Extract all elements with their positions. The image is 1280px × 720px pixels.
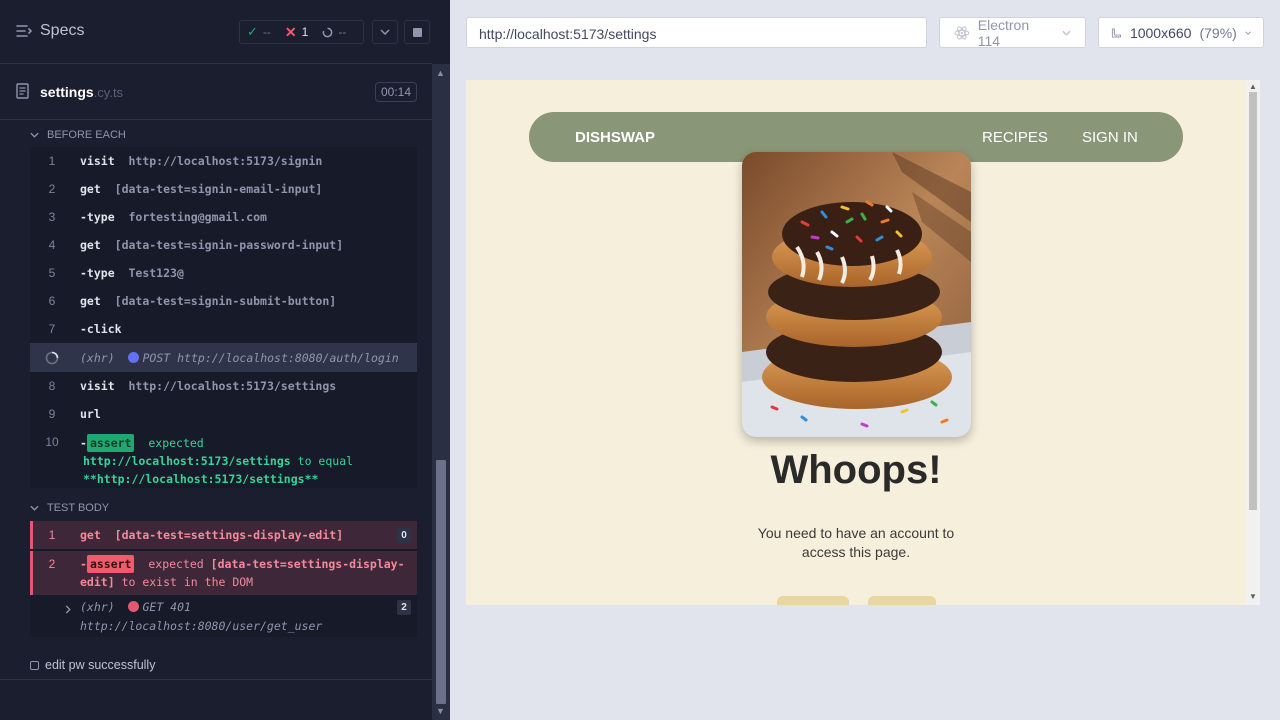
- scroll-up-icon[interactable]: ▲: [436, 68, 445, 78]
- assert-row-failed[interactable]: 2 - assert expected [data-test=settings-d…: [30, 551, 417, 595]
- whoops-heading: Whoops!: [770, 448, 942, 492]
- app-button[interactable]: [777, 596, 849, 605]
- assert-badge: assert: [86, 434, 135, 452]
- status-dot-icon: [128, 601, 140, 612]
- command-row[interactable]: 2 get [data-test=signin-email-input]: [30, 175, 417, 203]
- scroll-down-icon[interactable]: ▼: [1249, 592, 1257, 601]
- test-edit-pw[interactable]: edit pw successfully: [30, 658, 155, 672]
- command-row[interactable]: 6 get [data-test=signin-submit-button]: [30, 287, 417, 315]
- before-each-commands: 1 visit http://localhost:5173/signin 2 get…: [30, 147, 417, 488]
- app-frame-scrollbar[interactable]: ▲ ▼: [1246, 80, 1260, 605]
- command-row-failed[interactable]: 1 get [data-test=settings-display-edit] …: [30, 521, 417, 549]
- run-options-button[interactable]: [372, 20, 398, 44]
- app-button[interactable]: [868, 596, 936, 605]
- specs-list-icon: [16, 25, 32, 37]
- command-log-scrollbar[interactable]: ▲ ▼: [432, 64, 450, 720]
- brand-logo[interactable]: DISHSWAP: [575, 129, 655, 146]
- pending-spinner: [30, 348, 74, 368]
- specs-list-toggle[interactable]: Specs: [16, 22, 84, 40]
- xhr-row-get-user[interactable]: (xhr) GET 401 http://localhost:8080/user…: [30, 595, 417, 637]
- specs-header: Specs ✓ -- ✕ 1 --: [0, 0, 432, 64]
- ruler-icon: [1111, 27, 1122, 38]
- preview-panel: http://localhost:5173/settings Electron …: [450, 0, 1280, 720]
- command-log-panel: Specs ✓ -- ✕ 1 -- settings.cy.ts 00:14 BEF…: [0, 0, 450, 720]
- donut-image: [742, 152, 971, 437]
- command-row[interactable]: 7 -click: [30, 315, 417, 343]
- request-count-badge: 2: [397, 600, 411, 615]
- chevron-down-icon: [380, 29, 390, 35]
- specs-title: Specs: [40, 22, 85, 39]
- command-row[interactable]: 3 -type fortesting@gmail.com: [30, 203, 417, 231]
- stop-icon: [412, 27, 422, 37]
- command-row[interactable]: 9 url: [30, 400, 417, 428]
- test-body-commands: 1 get [data-test=settings-display-edit] …: [30, 521, 417, 637]
- spinner-icon: [45, 351, 59, 364]
- scrollbar-thumb[interactable]: [436, 460, 446, 704]
- xhr-row-login[interactable]: (xhr) POST http://localhost:8080/auth/lo…: [30, 343, 417, 372]
- scroll-up-icon[interactable]: ▲: [1249, 82, 1257, 91]
- account-required-message: You need to have an account to access th…: [757, 525, 955, 560]
- chevron-down-icon: [1245, 30, 1251, 35]
- x-icon: ✕: [284, 23, 297, 40]
- nav-sign-in[interactable]: SIGN IN: [1082, 129, 1138, 146]
- chevron-right-icon: [65, 605, 71, 614]
- nav-recipes[interactable]: RECIPES: [982, 129, 1048, 146]
- viewport-selector[interactable]: 1000x660 (79%): [1098, 17, 1264, 48]
- chevron-down-icon: [30, 505, 39, 511]
- test-body-header[interactable]: TEST BODY: [30, 502, 109, 514]
- command-row[interactable]: 5 -type Test123@: [30, 259, 417, 287]
- divider: [0, 679, 432, 680]
- stop-button[interactable]: [404, 20, 430, 44]
- assert-badge: assert: [86, 555, 135, 573]
- command-row[interactable]: 8 visit http://localhost:5173/settings: [30, 372, 417, 400]
- chevron-down-icon: [30, 132, 39, 138]
- stat-passed: ✓ --: [247, 24, 271, 39]
- check-icon: ✓: [247, 24, 258, 39]
- document-icon: [16, 83, 29, 99]
- status-dot-icon: [128, 351, 140, 363]
- scroll-down-icon[interactable]: ▼: [436, 706, 445, 716]
- app-under-test-frame: DISHSWAP RECIPES SIGN IN Whoops! You nee…: [466, 80, 1260, 605]
- stat-pending: --: [315, 25, 353, 39]
- browser-selector[interactable]: Electron 114: [939, 17, 1086, 49]
- spec-file-header: settings.cy.ts 00:14: [0, 64, 432, 120]
- command-row[interactable]: 4 get [data-test=signin-password-input]: [30, 231, 417, 259]
- pending-status-icon: [30, 660, 39, 670]
- electron-icon: [954, 25, 970, 40]
- before-each-header[interactable]: BEFORE EACH: [30, 129, 126, 141]
- spinner-icon: [322, 27, 333, 37]
- assert-row-url[interactable]: 10 - assert expected http://localhost:517…: [30, 428, 417, 488]
- test-stats: ✓ -- ✕ 1 --: [239, 20, 364, 44]
- url-bar[interactable]: http://localhost:5173/settings: [466, 17, 927, 48]
- command-row[interactable]: 1 visit http://localhost:5173/signin: [30, 147, 417, 175]
- scrollbar-thumb[interactable]: [1249, 92, 1257, 510]
- element-count-badge: 0: [397, 527, 411, 543]
- spec-file-name: settings.cy.ts: [40, 84, 124, 100]
- stat-failed: ✕ 1: [284, 23, 309, 40]
- spec-duration: 00:14: [375, 82, 417, 102]
- chevron-down-icon: [1062, 30, 1071, 36]
